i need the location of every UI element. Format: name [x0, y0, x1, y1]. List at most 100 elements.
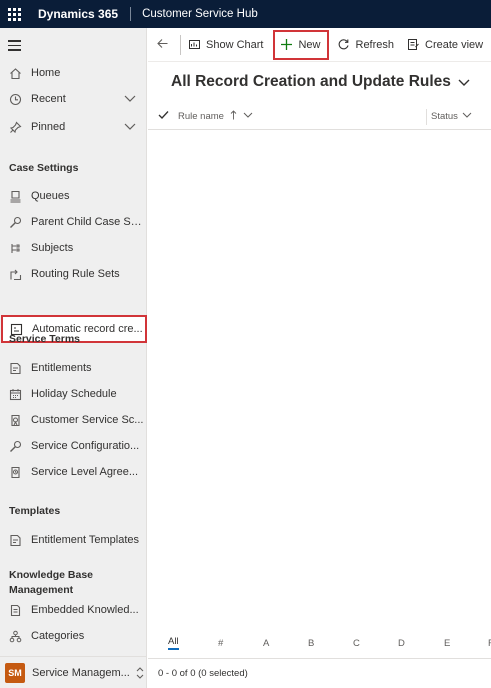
refresh-icon — [337, 38, 351, 52]
sidebar-item-label: Holiday Schedule — [31, 388, 117, 400]
back-button[interactable] — [148, 32, 176, 58]
select-all-checkbox[interactable] — [148, 110, 178, 123]
column-header-status[interactable]: Status — [431, 111, 472, 122]
sidebar-item-label: Entitlements — [31, 362, 92, 374]
pin-icon — [8, 120, 22, 134]
sidebar-item-label: Categories — [31, 630, 85, 642]
chevron-down-icon[interactable] — [124, 93, 136, 106]
app-module-name[interactable]: Customer Service Hub — [142, 8, 258, 20]
sidebar-item-label: Home — [31, 67, 61, 79]
sidebar-item-pinned[interactable]: Pinned — [0, 116, 146, 138]
sidebar-item-label: Service Configuratio... — [31, 440, 140, 452]
sidebar-item-categories[interactable]: Categories — [0, 625, 146, 647]
sidebar-item-queues[interactable]: Queues — [0, 185, 146, 207]
new-label: New — [298, 38, 321, 51]
app-name[interactable]: Dynamics 365 — [38, 7, 132, 21]
area-switcher[interactable]: SM Service Managem... — [0, 656, 146, 688]
refresh-button[interactable]: Refresh — [337, 32, 395, 58]
show-chart-label: Show Chart — [206, 38, 264, 51]
sitemap-sidebar: Home Recent Pinned Case Settings Queues … — [0, 28, 147, 688]
sidebar-item-label: Pinned — [31, 121, 66, 133]
sidebar-item-subjects[interactable]: Subjects — [0, 237, 146, 259]
sidebar-item-label: Entitlement Templates — [31, 534, 140, 546]
view-title: All Record Creation and Update Rules — [171, 73, 451, 90]
command-bar: Show Chart New Refresh Create view — [148, 28, 491, 62]
top-app-bar: Dynamics 365 Customer Service Hub — [0, 0, 491, 28]
refresh-label: Refresh — [355, 38, 395, 51]
sort-ascending-icon — [230, 110, 237, 123]
chevron-down-icon — [458, 74, 470, 92]
chevron-down-icon — [243, 111, 253, 122]
jump-all[interactable]: All — [168, 636, 179, 650]
wrench-icon — [8, 215, 22, 229]
section-title-templates: Templates — [9, 505, 61, 517]
jump-d[interactable]: D — [398, 638, 405, 649]
section-title-service-terms: Service Terms — [9, 333, 81, 345]
section-title-case-settings: Case Settings — [9, 162, 79, 174]
jump-b[interactable]: B — [308, 638, 314, 649]
record-count-footer: 0 - 0 of 0 (0 selected) — [148, 658, 491, 688]
sidebar-item-label: Parent Child Case Set... — [31, 216, 146, 228]
sidebar-item-service-level-agreements[interactable]: Service Level Agree... — [0, 461, 146, 483]
checkmark-icon — [158, 110, 169, 123]
document-icon — [8, 603, 22, 617]
create-view-button[interactable]: Create view — [406, 32, 483, 58]
area-label: Service Managem... — [32, 666, 130, 679]
command-divider — [180, 34, 181, 55]
grid-header: Rule name Status — [148, 104, 491, 130]
column-label: Rule name — [178, 111, 224, 122]
jump-a[interactable]: A — [263, 638, 269, 649]
new-button[interactable]: New — [273, 29, 329, 60]
column-label: Status — [431, 111, 458, 122]
calendar-icon — [8, 387, 22, 401]
create-view-label: Create view — [425, 38, 484, 51]
column-header-rule-name[interactable]: Rule name — [178, 110, 426, 123]
jump-e[interactable]: E — [444, 638, 450, 649]
clock-icon — [8, 92, 22, 106]
create-view-icon — [406, 38, 420, 52]
sidebar-item-embedded-knowledge[interactable]: Embedded Knowled... — [0, 599, 146, 621]
schedule-icon — [8, 413, 22, 427]
sidebar-item-service-configuration[interactable]: Service Configuratio... — [0, 435, 146, 457]
sidebar-item-recent[interactable]: Recent — [0, 88, 146, 110]
sidebar-item-holiday-schedule[interactable]: Holiday Schedule — [0, 383, 146, 405]
app-launcher-icon[interactable] — [0, 0, 28, 28]
area-badge: SM — [5, 662, 25, 683]
plus-icon — [279, 38, 293, 52]
jump-bar: All # A B C D E F — [148, 630, 491, 656]
sidebar-item-entitlement-templates[interactable]: Entitlement Templates — [0, 529, 146, 551]
sidebar-item-routing-rule-sets[interactable]: Routing Rule Sets — [0, 263, 146, 285]
jump-hash[interactable]: # — [218, 638, 223, 649]
sidebar-item-label: Subjects — [31, 242, 74, 254]
chevron-down-icon[interactable] — [124, 121, 136, 134]
sidebar-item-label: Routing Rule Sets — [31, 268, 120, 280]
queue-icon — [8, 189, 22, 203]
categories-icon — [8, 629, 22, 643]
chart-icon — [187, 38, 201, 52]
entitlement-icon — [8, 361, 22, 375]
sidebar-item-customer-service-schedule[interactable]: Customer Service Sc... — [0, 409, 146, 431]
show-chart-button[interactable]: Show Chart — [187, 32, 263, 58]
sidebar-item-home[interactable]: Home — [0, 62, 146, 84]
chevron-down-icon — [462, 111, 472, 122]
sidebar-item-label: Customer Service Sc... — [31, 414, 144, 426]
sidebar-item-parent-child-case-settings[interactable]: Parent Child Case Set... — [0, 211, 146, 233]
sidebar-item-label: Queues — [31, 190, 70, 202]
sidebar-item-label: Embedded Knowled... — [31, 604, 139, 616]
record-count: 0 - 0 of 0 (0 selected) — [158, 668, 248, 679]
sidebar-item-label: Service Level Agree... — [31, 466, 139, 478]
wrench-icon — [8, 439, 22, 453]
view-selector[interactable]: All Record Creation and Update Rules — [171, 72, 470, 92]
chevron-up-down-icon[interactable] — [135, 666, 145, 680]
hamburger-menu-icon[interactable] — [8, 40, 21, 54]
sidebar-item-label: Recent — [31, 93, 66, 105]
subjects-icon — [8, 241, 22, 255]
sla-icon — [8, 465, 22, 479]
section-title-knowledge-base-management: Knowledge Base Management — [9, 569, 94, 596]
column-divider — [426, 108, 427, 125]
home-icon — [8, 66, 22, 80]
jump-c[interactable]: C — [353, 638, 360, 649]
sidebar-item-entitlements[interactable]: Entitlements — [0, 357, 146, 379]
entitlement-icon — [8, 533, 22, 547]
back-arrow-icon — [156, 37, 169, 53]
